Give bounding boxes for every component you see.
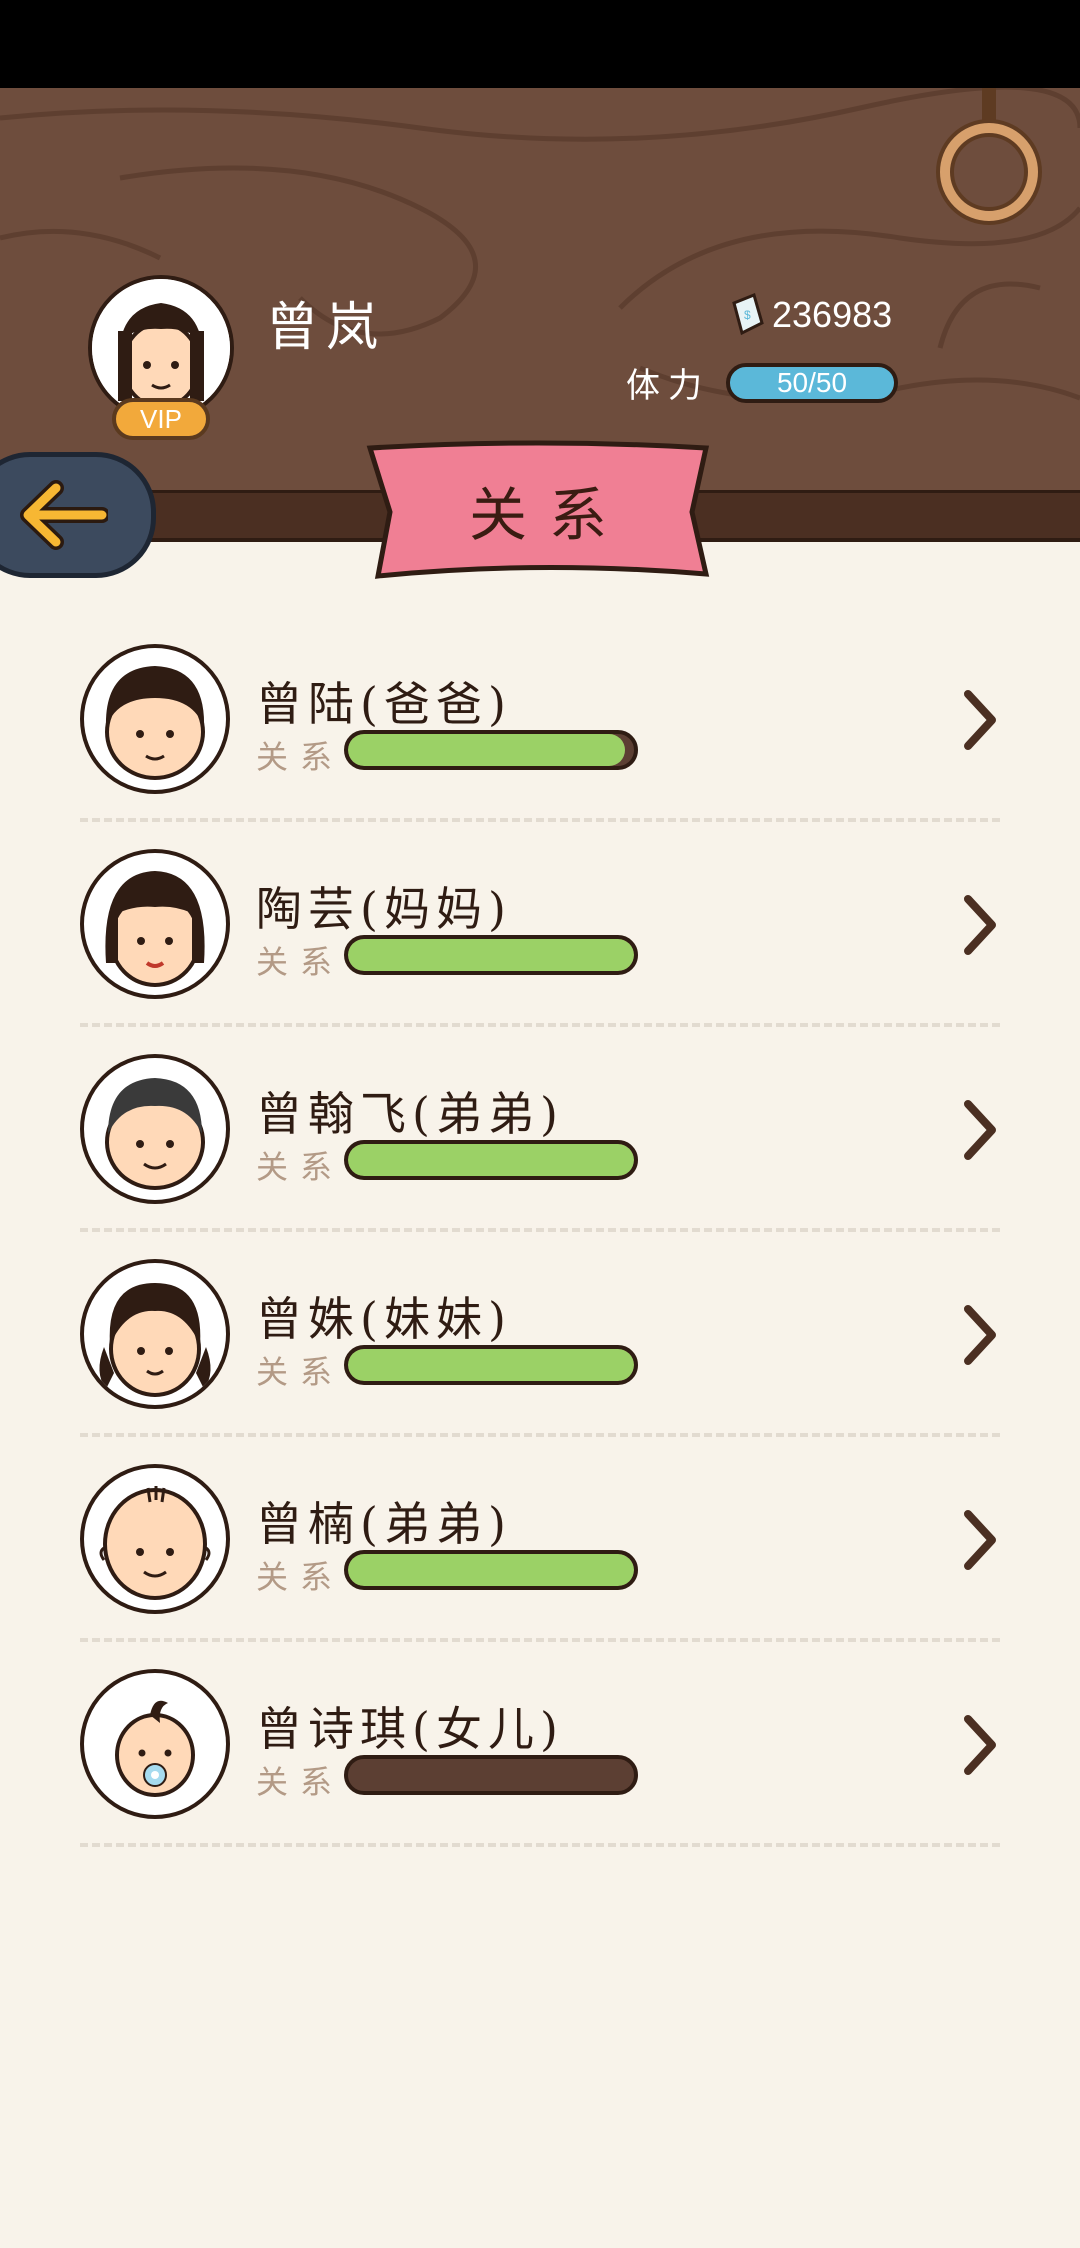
chevron-right-icon[interactable] <box>960 1713 1000 1777</box>
arrow-left-icon <box>20 480 108 550</box>
relation-label: 关系 <box>256 1353 345 1391</box>
banknote-icon: $ <box>732 293 764 336</box>
chevron-right-icon[interactable] <box>960 893 1000 957</box>
avatar <box>80 1464 230 1614</box>
divider <box>80 1023 1000 1027</box>
svg-text:$: $ <box>744 308 751 322</box>
avatar <box>80 644 230 794</box>
avatar <box>80 849 230 999</box>
chevron-right-icon[interactable] <box>960 1098 1000 1162</box>
baby-face-icon <box>115 1700 195 1797</box>
relation-bar <box>344 730 638 770</box>
stamina-display: 体力 50/50 <box>626 358 898 407</box>
mother-face-icon <box>105 871 205 987</box>
list-item[interactable]: 曾姝(妹妹) 关系 <box>0 1255 1080 1460</box>
avatar <box>80 1054 230 1204</box>
relation-bar <box>344 1550 638 1590</box>
relation-fill <box>348 1554 634 1586</box>
father-face-icon <box>105 666 205 780</box>
sister-face-icon <box>99 1283 211 1397</box>
relation-label: 关系 <box>256 738 345 776</box>
list-item[interactable]: 曾翰飞(弟弟) 关系 <box>0 1050 1080 1255</box>
divider <box>80 1843 1000 1847</box>
list-item[interactable]: 曾诗琪(女儿) 关系 <box>0 1665 1080 1870</box>
divider <box>80 1228 1000 1232</box>
player-face-icon <box>92 279 230 417</box>
relation-label: 关系 <box>256 943 345 981</box>
chevron-right-icon[interactable] <box>960 1508 1000 1572</box>
relation-label: 关系 <box>256 1763 345 1801</box>
member-name: 陶芸(妈妈) <box>256 882 512 936</box>
relation-bar <box>344 1345 638 1385</box>
relation-bar <box>344 1755 638 1795</box>
chevron-right-icon[interactable] <box>960 688 1000 752</box>
avatar <box>80 1669 230 1819</box>
list-item[interactable]: 曾楠(弟弟) 关系 <box>0 1460 1080 1665</box>
player-name: 曾岚 <box>266 298 387 358</box>
relation-fill <box>348 939 634 971</box>
back-button[interactable] <box>0 452 156 578</box>
money-amount: 236983 <box>772 294 893 335</box>
chevron-right-icon[interactable] <box>960 1303 1000 1367</box>
stamina-label: 体力 <box>626 366 710 406</box>
divider <box>80 1433 1000 1437</box>
relation-fill <box>348 734 626 766</box>
member-name: 曾翰飞(弟弟) <box>256 1087 564 1141</box>
relation-fill <box>348 1144 634 1176</box>
member-name: 曾姝(妹妹) <box>256 1292 512 1346</box>
money-display: $ 236983 <box>730 293 892 337</box>
list-item[interactable]: 曾陆(爸爸) 关系 <box>0 640 1080 845</box>
member-name: 曾陆(爸爸) <box>256 677 512 731</box>
stamina-bar: 50/50 <box>726 362 898 403</box>
hanging-ring-icon[interactable] <box>936 88 1046 228</box>
member-name: 曾楠(弟弟) <box>256 1497 512 1551</box>
list-item[interactable]: 陶芸(妈妈) 关系 <box>0 845 1080 1050</box>
divider <box>80 1638 1000 1642</box>
brother-face-icon <box>105 1078 205 1190</box>
relation-label: 关系 <box>256 1558 345 1596</box>
relation-label: 关系 <box>256 1148 345 1186</box>
vip-badge: VIP <box>112 398 210 440</box>
relation-bar <box>344 935 638 975</box>
status-bar <box>0 0 1080 88</box>
relation-list: 曾陆(爸爸) 关系 陶芸(妈妈) 关系 曾翰飞(弟弟) 关系 曾姝(妹妹) 关系… <box>0 640 1080 1870</box>
avatar <box>80 1259 230 1409</box>
bald-boy-face-icon <box>99 1486 211 1600</box>
page-title: 关系 <box>468 481 629 549</box>
relation-bar <box>344 1140 638 1180</box>
divider <box>80 818 1000 822</box>
member-name: 曾诗琪(女儿) <box>256 1702 564 1756</box>
relation-fill <box>348 1349 634 1381</box>
